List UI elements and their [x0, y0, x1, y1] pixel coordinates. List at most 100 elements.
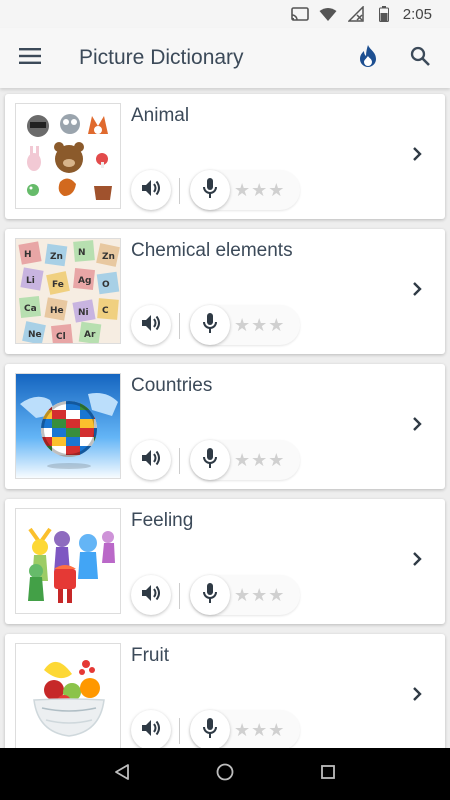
chemical-elements-thumbnail: H Zn N Zn Li Fe Ag O Ca He Ni C Ne Cl Ar — [15, 238, 121, 344]
mic-button[interactable] — [190, 170, 230, 210]
microphone-icon — [203, 717, 217, 743]
play-audio-button[interactable] — [131, 575, 171, 615]
battery-icon — [375, 6, 393, 22]
mic-button[interactable] — [190, 710, 230, 748]
star-icon: ★ — [268, 450, 285, 470]
star-icon: ★ — [268, 720, 285, 740]
menu-button[interactable] — [0, 28, 60, 88]
star-icon: ★ — [234, 450, 251, 470]
svg-text:H: H — [24, 250, 32, 260]
category-list[interactable]: Animal ★ ★ ★ H Zn N Zn Li Fe Ag O Ca He … — [0, 92, 450, 748]
category-card-fruit[interactable]: Fruit ★ ★ ★ — [5, 634, 445, 748]
mic-button[interactable] — [190, 305, 230, 345]
search-icon — [410, 46, 430, 71]
svg-text:Li: Li — [26, 276, 35, 286]
star-rating: ★ ★ ★ — [234, 721, 284, 739]
record-button[interactable]: ★ ★ ★ — [190, 305, 300, 345]
star-rating: ★ ★ ★ — [234, 451, 284, 469]
recents-button[interactable] — [308, 754, 348, 794]
open-category-button[interactable] — [403, 277, 431, 305]
svg-text:Zn: Zn — [50, 252, 63, 262]
mic-button[interactable] — [190, 440, 230, 480]
microphone-icon — [203, 447, 217, 473]
svg-text:He: He — [50, 306, 64, 316]
chevron-right-icon — [412, 686, 422, 707]
fire-icon — [358, 44, 378, 73]
star-icon: ★ — [268, 180, 285, 200]
mic-button[interactable] — [190, 575, 230, 615]
svg-text:Ca: Ca — [24, 304, 37, 314]
play-audio-button[interactable] — [131, 710, 171, 748]
record-button[interactable]: ★ ★ ★ — [190, 440, 300, 480]
speaker-icon — [141, 584, 161, 607]
speaker-icon — [141, 179, 161, 202]
open-category-button[interactable] — [403, 412, 431, 440]
microphone-icon — [203, 312, 217, 338]
status-bar: 2:05 — [0, 0, 450, 28]
star-icon: ★ — [251, 315, 268, 335]
record-button[interactable]: ★ ★ ★ — [190, 575, 300, 615]
star-icon: ★ — [268, 585, 285, 605]
feeling-thumbnail — [15, 508, 121, 614]
speaker-icon — [141, 449, 161, 472]
microphone-icon — [203, 582, 217, 608]
play-audio-button[interactable] — [131, 170, 171, 210]
record-button[interactable]: ★ ★ ★ — [190, 710, 300, 748]
home-button[interactable] — [205, 754, 245, 794]
divider — [179, 718, 180, 744]
divider — [179, 178, 180, 204]
category-title: Chemical elements — [131, 240, 293, 261]
speaker-icon — [141, 719, 161, 742]
star-icon: ★ — [234, 180, 251, 200]
svg-text:Zn: Zn — [102, 252, 115, 262]
animal-thumbnail — [15, 103, 121, 209]
open-category-button[interactable] — [403, 682, 431, 710]
back-button[interactable] — [102, 754, 142, 794]
open-category-button[interactable] — [403, 142, 431, 170]
open-category-button[interactable] — [403, 547, 431, 575]
back-icon — [114, 763, 130, 786]
svg-text:Ag: Ag — [78, 276, 91, 286]
star-icon: ★ — [268, 315, 285, 335]
no-signal-icon — [347, 6, 365, 22]
star-rating: ★ ★ ★ — [234, 316, 284, 334]
star-rating: ★ ★ ★ — [234, 586, 284, 604]
system-nav-bar — [0, 748, 450, 800]
star-icon: ★ — [251, 450, 268, 470]
clock: 2:05 — [402, 5, 432, 23]
category-title: Fruit — [131, 645, 169, 666]
category-title: Animal — [131, 105, 190, 126]
chevron-right-icon — [412, 281, 422, 302]
svg-text:O: O — [102, 280, 110, 290]
star-icon: ★ — [251, 720, 268, 740]
svg-text:N: N — [78, 248, 86, 258]
svg-text:Cl: Cl — [56, 332, 66, 342]
svg-text:Ni: Ni — [78, 308, 89, 318]
chevron-right-icon — [412, 416, 422, 437]
category-card-chemical-elements[interactable]: H Zn N Zn Li Fe Ag O Ca He Ni C Ne Cl Ar — [5, 229, 445, 354]
star-rating: ★ ★ ★ — [234, 181, 284, 199]
play-audio-button[interactable] — [131, 440, 171, 480]
divider — [179, 448, 180, 474]
streak-button[interactable] — [342, 28, 394, 88]
category-card-animal[interactable]: Animal ★ ★ ★ — [5, 94, 445, 219]
star-icon: ★ — [251, 180, 268, 200]
menu-icon — [19, 47, 41, 69]
star-icon: ★ — [251, 585, 268, 605]
search-button[interactable] — [394, 28, 446, 88]
play-audio-button[interactable] — [131, 305, 171, 345]
page-title: Picture Dictionary — [79, 46, 244, 69]
chevron-right-icon — [412, 551, 422, 572]
svg-text:Ar: Ar — [84, 330, 96, 340]
countries-thumbnail — [15, 373, 121, 479]
cast-icon — [290, 6, 309, 22]
fruit-thumbnail — [15, 643, 121, 748]
app-bar: Picture Dictionary — [0, 28, 450, 88]
category-card-feeling[interactable]: Feeling ★ ★ ★ — [5, 499, 445, 624]
svg-text:Fe: Fe — [52, 280, 64, 290]
category-title: Feeling — [131, 510, 194, 531]
star-icon: ★ — [234, 720, 251, 740]
svg-text:C: C — [102, 306, 109, 316]
category-card-countries[interactable]: Countries ★ ★ ★ — [5, 364, 445, 489]
record-button[interactable]: ★ ★ ★ — [190, 170, 300, 210]
